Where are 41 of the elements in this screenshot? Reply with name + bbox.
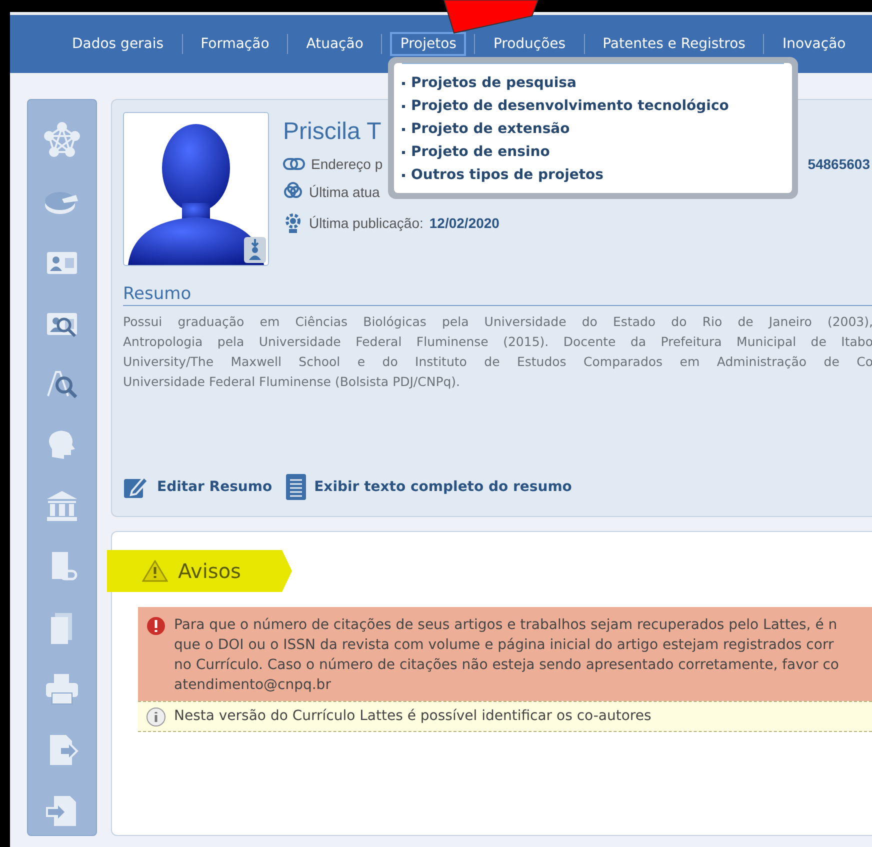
- menu-item[interactable]: Outros tipos de projetos: [402, 164, 604, 187]
- summary-text-line: Possui graduação em Ciências Biológicas pela Universidade do Estado do Rio de Janeiro (2003),: [123, 313, 872, 331]
- menu-item[interactable]: Projeto de extensão: [402, 118, 570, 141]
- publication-date: 12/02/2020: [429, 215, 500, 231]
- notices-title: Avisos: [178, 559, 241, 583]
- menu-item[interactable]: Projeto de ensino: [402, 141, 550, 164]
- network-icon[interactable]: [44, 122, 80, 158]
- nav-tab[interactable]: Formação: [190, 32, 280, 56]
- message-text-line: atendimento@cnpq.br: [174, 676, 332, 695]
- nav-tab[interactable]: Patentes e Registros: [592, 32, 756, 56]
- menu-item[interactable]: Projeto de desenvolvimento tecnológico: [402, 95, 729, 118]
- download-person-icon[interactable]: [244, 237, 266, 263]
- publication-label: Última publicação:: [309, 215, 424, 231]
- message-text-line: no Currículo. Caso o número de citações não esteja sendo apresentado corretamente, favor co: [174, 656, 839, 675]
- nav-tab[interactable]: Produções: [483, 32, 576, 56]
- warning-icon: [142, 560, 168, 582]
- edit-summary-link[interactable]: Editar Resumo: [123, 474, 272, 500]
- nav-tab[interactable]: Atuação: [296, 32, 374, 56]
- document-icon: [286, 474, 306, 500]
- nav-tab[interactable]: Inovação: [772, 32, 856, 56]
- info-icon: [146, 707, 166, 727]
- person-name: Priscila T: [283, 118, 382, 146]
- printer-icon[interactable]: [44, 671, 80, 707]
- bank-icon[interactable]: [44, 488, 80, 524]
- update-label: Última atua: [309, 184, 380, 200]
- link-icon: [283, 157, 305, 171]
- gear-icon: [283, 212, 303, 234]
- full-summary-link[interactable]: Exibir texto completo do resumo: [286, 474, 572, 500]
- summary-text-line: Antropologia pela Universidade Federal Fluminense (2015). Docente da Prefeitura Municipal de Itabo: [123, 333, 872, 351]
- summary-text-line: Universidade Federal Fluminense (Bolsista PDJ/CNPq).: [123, 373, 462, 391]
- address-label: Endereço p: [311, 156, 383, 172]
- menu-item[interactable]: Projetos de pesquisa: [402, 72, 576, 95]
- nav-tab[interactable]: Dados gerais: [62, 32, 174, 56]
- message-text-line: Nesta versão do Currículo Lattes é possível identificar os co-autores: [174, 707, 652, 726]
- error-icon: [146, 616, 166, 636]
- summary-text-line: University/The Maxwell School e do Instituto de Estudos Comparados em Administração de Co: [123, 353, 872, 371]
- message-text-line: que o DOI ou o ISSN da revista com volume e página inicial do artigo estejam registrados corr: [174, 636, 835, 655]
- message-text-line: Para que o número de citações de seus artigos e trabalhos sejam recuperados pelo Lattes, é n: [174, 616, 838, 635]
- summary-title: Resumo: [123, 284, 872, 306]
- nav-tab[interactable]: Projetos: [390, 32, 466, 56]
- address-value: 54865603: [808, 156, 870, 172]
